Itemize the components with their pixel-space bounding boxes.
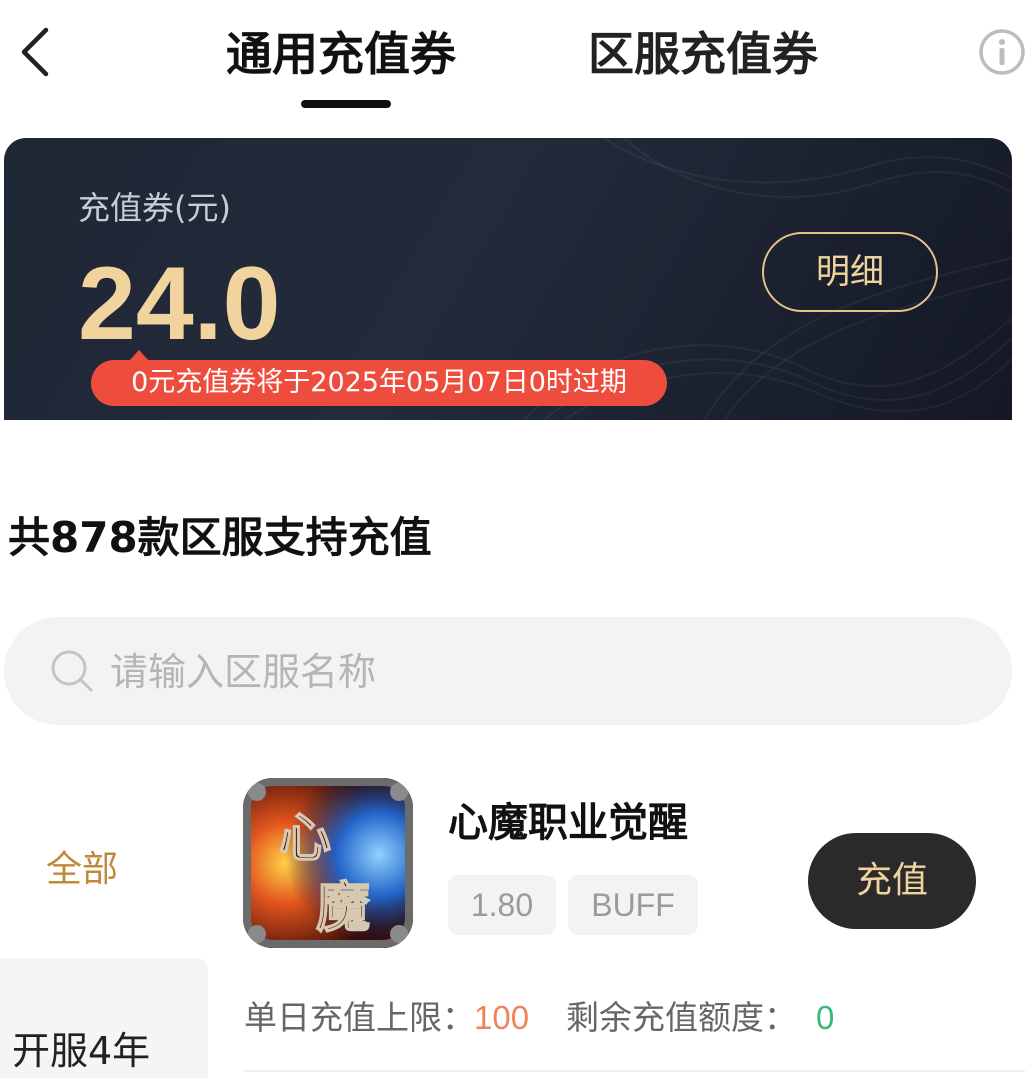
voucher-balance-card: 充值券(元) 24.0 明细 0元充值券将于2025年05月07日0时过期 — [4, 138, 1012, 420]
row-divider — [244, 1070, 1025, 1072]
detail-button[interactable]: 明细 — [762, 232, 938, 312]
daily-limit-label: 单日充值上限： — [244, 998, 475, 1037]
game-tag-rate: 1.80 — [448, 875, 556, 935]
game-tag-buff: BUFF — [568, 875, 698, 935]
server-search-bar[interactable] — [4, 617, 1012, 725]
category-all[interactable]: 全部 — [46, 845, 118, 895]
voucher-balance-amount: 24.0 — [78, 246, 281, 362]
game-icon-text-1: 心 — [279, 808, 331, 869]
daily-limit-value: 100 — [474, 999, 530, 1036]
game-icon[interactable]: 心 魔 — [243, 778, 413, 948]
back-button[interactable] — [14, 24, 58, 80]
category-open-4-years[interactable]: 开服4年 — [12, 1026, 150, 1076]
voucher-balance-label: 充值券(元) — [78, 189, 231, 227]
server-search-input[interactable] — [108, 641, 972, 703]
expire-notice-badge: 0元充值券将于2025年05月07日0时过期 — [91, 360, 667, 406]
back-arrow-icon — [21, 27, 49, 77]
remaining-quota-value: 0 — [816, 999, 835, 1036]
game-icon-text-2: 魔 — [316, 875, 370, 939]
info-button[interactable] — [978, 28, 1025, 76]
remaining-quota-label: 剩余充值额度： — [566, 998, 797, 1037]
supported-servers-title: 共878款区服支持充值 — [8, 513, 432, 562]
active-tab-indicator — [301, 100, 391, 108]
game-artwork: 心 魔 — [243, 778, 413, 948]
search-icon — [51, 650, 93, 692]
tab-general-voucher[interactable]: 通用充值券 — [226, 24, 456, 84]
info-icon — [979, 29, 1025, 75]
tab-server-voucher[interactable]: 区服充值券 — [588, 24, 818, 84]
recharge-button[interactable]: 充值 — [808, 833, 976, 929]
game-title: 心魔职业觉醒 — [448, 800, 688, 846]
